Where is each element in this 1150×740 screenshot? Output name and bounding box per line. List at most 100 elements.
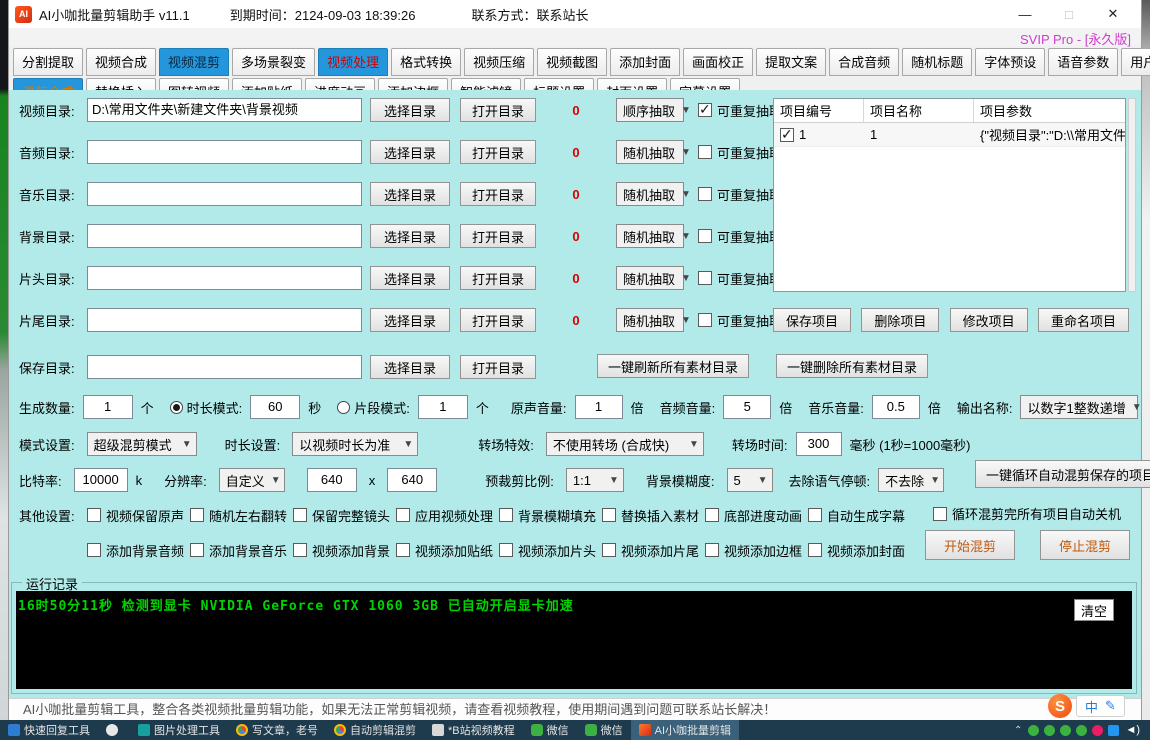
taskbar-app[interactable]: 微信: [523, 720, 577, 740]
setting-checkbox[interactable]: [87, 508, 101, 522]
minimize-button[interactable]: —: [1003, 1, 1047, 27]
stop-mix-button[interactable]: 停止混剪: [1040, 530, 1130, 560]
repeat-extract-checkbox[interactable]: [698, 229, 712, 243]
tab[interactable]: 随机标题: [902, 48, 972, 76]
tab[interactable]: 画面校正: [683, 48, 753, 76]
tray-app-icon[interactable]: [1028, 725, 1039, 736]
directory-path-input[interactable]: [87, 266, 362, 290]
delete-all-materials-button[interactable]: 一键删除所有素材目录: [776, 354, 928, 378]
delete-project-button[interactable]: 删除项目: [861, 308, 939, 332]
tab[interactable]: 分割提取: [13, 48, 83, 76]
directory-path-input[interactable]: [87, 224, 362, 248]
speaker-icon[interactable]: ◄): [1125, 724, 1140, 736]
tab[interactable]: 用户信息: [1121, 48, 1150, 76]
maximize-button[interactable]: □: [1047, 1, 1091, 27]
choose-directory-button[interactable]: 选择目录: [370, 224, 450, 248]
choose-directory-button[interactable]: 选择目录: [370, 182, 450, 206]
tray-app-icon[interactable]: [1108, 725, 1119, 736]
tray-app-icon[interactable]: [1060, 725, 1071, 736]
close-button[interactable]: ✕: [1091, 1, 1135, 27]
choose-directory-button[interactable]: 选择目录: [370, 266, 450, 290]
duration-mode-radio[interactable]: [170, 401, 183, 414]
duration-setting-select[interactable]: 以视频时长为准▼: [292, 432, 418, 456]
save-directory-input[interactable]: [87, 355, 362, 379]
refresh-all-materials-button[interactable]: 一键刷新所有素材目录: [597, 354, 749, 378]
duration-input[interactable]: 60: [250, 395, 300, 419]
open-directory-button[interactable]: 打开目录: [460, 98, 536, 122]
transition-select[interactable]: 不使用转场 (合成快)▼: [546, 432, 704, 456]
directory-path-input[interactable]: [87, 182, 362, 206]
taskbar-app[interactable]: 图片处理工具: [130, 720, 228, 740]
resolution-height-input[interactable]: 640: [387, 468, 437, 492]
segment-input[interactable]: 1: [418, 395, 468, 419]
tab[interactable]: 视频合成: [86, 48, 156, 76]
ime-pen-icon[interactable]: ✎: [1105, 698, 1116, 714]
open-directory-button[interactable]: 打开目录: [460, 308, 536, 332]
output-name-select[interactable]: 以数字1整数递增▼: [1020, 395, 1138, 419]
rename-project-button[interactable]: 重命名项目: [1038, 308, 1129, 332]
setting-checkbox[interactable]: [190, 508, 204, 522]
auto-shutdown-checkbox[interactable]: [933, 507, 947, 521]
modify-project-button[interactable]: 修改项目: [950, 308, 1028, 332]
bitrate-input[interactable]: 10000: [74, 468, 128, 492]
open-save-directory-button[interactable]: 打开目录: [460, 355, 536, 379]
transition-time-input[interactable]: 300: [796, 432, 842, 456]
tab[interactable]: 添加封面: [610, 48, 680, 76]
repeat-extract-checkbox[interactable]: [698, 271, 712, 285]
extract-mode-select[interactable]: 顺序抽取▼: [616, 98, 684, 122]
setting-checkbox[interactable]: [499, 543, 513, 557]
choose-directory-button[interactable]: 选择目录: [370, 308, 450, 332]
clear-log-button[interactable]: 清空: [1074, 599, 1114, 621]
repeat-extract-checkbox[interactable]: [698, 103, 712, 117]
repeat-extract-checkbox[interactable]: [698, 187, 712, 201]
taskbar-app[interactable]: 自动剪辑混剪: [326, 720, 424, 740]
sogou-logo-icon[interactable]: S: [1048, 694, 1072, 718]
extract-mode-select[interactable]: 随机抽取▼: [616, 140, 684, 164]
resolution-width-input[interactable]: 640: [307, 468, 357, 492]
open-directory-button[interactable]: 打开目录: [460, 140, 536, 164]
generate-count-input[interactable]: 1: [83, 395, 133, 419]
setting-checkbox[interactable]: [808, 508, 822, 522]
tab[interactable]: 提取文案: [756, 48, 826, 76]
directory-path-input[interactable]: D:\常用文件夹\新建文件夹\背景视频: [87, 98, 362, 122]
setting-checkbox[interactable]: [705, 543, 719, 557]
tray-chevron-up-icon[interactable]: ⌃: [1014, 725, 1022, 736]
blur-select[interactable]: 5▼: [727, 468, 773, 492]
ime-chinese-mode-icon[interactable]: 中: [1085, 697, 1098, 716]
setting-checkbox[interactable]: [602, 508, 616, 522]
mix-mode-select[interactable]: 超级混剪模式▼: [87, 432, 197, 456]
tab[interactable]: 视频混剪: [159, 48, 229, 76]
tray-app-icon[interactable]: [1092, 725, 1103, 736]
taskbar-app[interactable]: 写文章，老号: [228, 720, 326, 740]
directory-path-input[interactable]: [87, 308, 362, 332]
music-volume-input[interactable]: 0.5: [872, 395, 920, 419]
setting-checkbox[interactable]: [396, 508, 410, 522]
col-project-params[interactable]: 项目参数: [974, 99, 1125, 122]
setting-checkbox[interactable]: [293, 508, 307, 522]
tab[interactable]: 视频截图: [537, 48, 607, 76]
setting-checkbox[interactable]: [396, 543, 410, 557]
original-volume-input[interactable]: 1: [575, 395, 623, 419]
tray-app-icon[interactable]: [1076, 725, 1087, 736]
audio-volume-input[interactable]: 5: [723, 395, 771, 419]
setting-checkbox[interactable]: [87, 543, 101, 557]
open-directory-button[interactable]: 打开目录: [460, 266, 536, 290]
tab[interactable]: 格式转换: [391, 48, 461, 76]
tab[interactable]: 语音参数: [1048, 48, 1118, 76]
setting-checkbox[interactable]: [602, 543, 616, 557]
save-project-button[interactable]: 保存项目: [773, 308, 851, 332]
loop-auto-mix-button[interactable]: 一键循环自动混剪保存的项目: [975, 460, 1150, 488]
tray-app-icon[interactable]: [1044, 725, 1055, 736]
taskbar-app[interactable]: [98, 720, 130, 740]
segment-mode-radio[interactable]: [337, 401, 350, 414]
taskbar-app[interactable]: 微信: [577, 720, 631, 740]
taskbar-app[interactable]: *B站视频教程: [424, 720, 523, 740]
repeat-extract-checkbox[interactable]: [698, 313, 712, 327]
tab[interactable]: 视频压缩: [464, 48, 534, 76]
tab[interactable]: 视频处理: [318, 48, 388, 76]
setting-checkbox[interactable]: [190, 543, 204, 557]
taskbar-app[interactable]: 快速回复工具: [0, 720, 98, 740]
extract-mode-select[interactable]: 随机抽取▼: [616, 266, 684, 290]
resolution-mode-select[interactable]: 自定义▼: [219, 468, 285, 492]
extract-mode-select[interactable]: 随机抽取▼: [616, 224, 684, 248]
